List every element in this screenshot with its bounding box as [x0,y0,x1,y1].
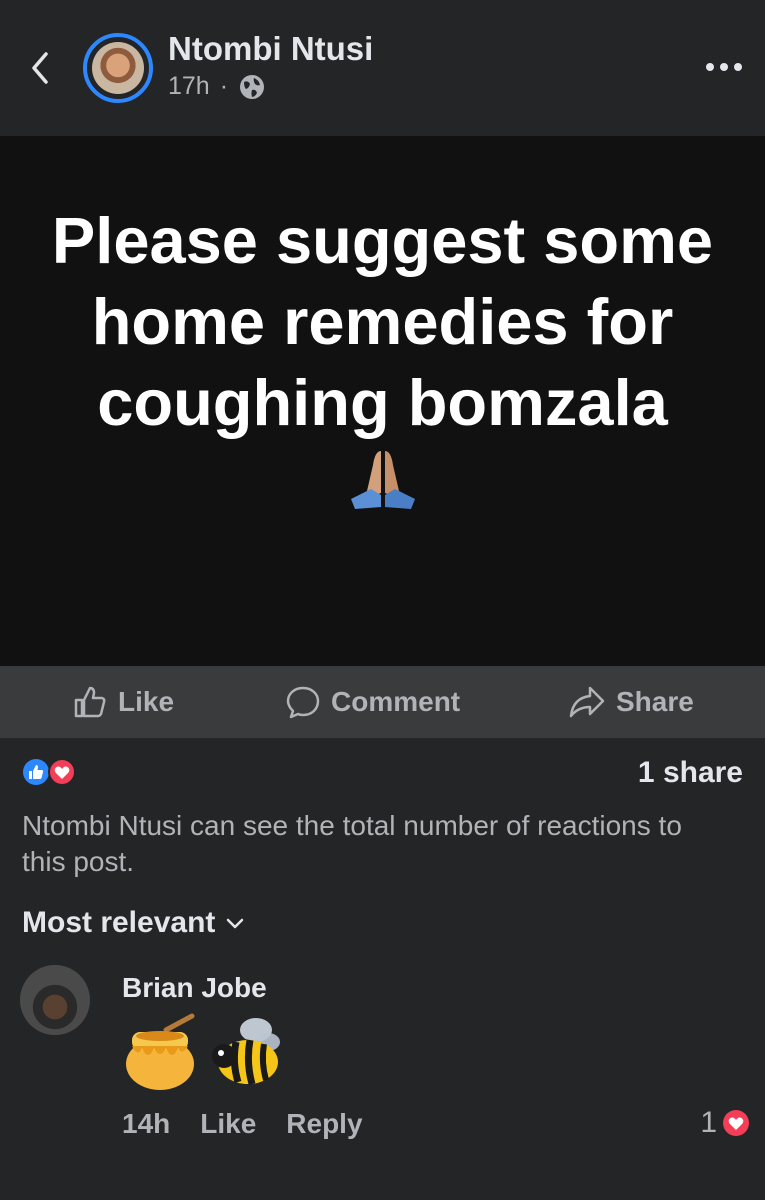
like-label: Like [118,686,175,717]
commenter-name[interactable]: Brian Jobe [122,972,267,1004]
more-options-button[interactable] [700,52,748,82]
like-reaction-icon [23,759,49,785]
thumbs-up-icon [74,686,106,718]
chevron-down-icon [227,918,244,929]
comment-sort-dropdown[interactable]: Most relevant [22,906,245,940]
post-header: Ntombi Ntusi 17h · [0,0,765,136]
author-name[interactable]: Ntombi Ntusi [168,30,373,68]
comment-reaction-count[interactable]: 1 [700,1106,751,1140]
honey-pot-emoji [126,1013,195,1090]
commenter-avatar[interactable] [20,965,90,1035]
share-label: Share [616,686,694,717]
more-dots-icon [706,63,742,71]
back-button[interactable] [26,48,56,88]
folded-hands-emoji [350,451,415,509]
speech-bubble-icon [286,686,320,719]
post-time[interactable]: 17h [168,72,210,101]
comment-label: Comment [331,686,461,717]
comment-footer: 14h Like Reply [122,1108,363,1140]
author-avatar-image [92,42,144,94]
author-avatar[interactable] [83,33,153,103]
post-detail-screen: Ntombi Ntusi 17h · Please suggest some h… [0,0,765,1200]
reactions-privacy-note: Ntombi Ntusi can see the total number of… [22,810,682,877]
like-button[interactable]: Like [72,684,174,720]
comment-content [122,1012,284,1092]
love-reaction-icon [48,758,76,786]
comment-reaction-number: 1 [700,1106,717,1139]
comment-like-button[interactable]: Like [200,1108,256,1140]
post-action-bar: Like Comment Share [0,666,765,738]
comment-time: 14h [122,1108,171,1139]
share-arrow-icon [569,686,605,718]
sort-label: Most relevant [22,906,216,939]
globe-icon [240,74,265,99]
post-text: Please suggest some home remedies for co… [51,204,714,439]
share-button[interactable]: Share [568,684,694,720]
post-meta: 17h · [168,72,266,101]
reaction-icons[interactable] [22,758,78,786]
chevron-left-icon [32,52,48,84]
reactions-summary: 1 share [0,738,765,808]
meta-separator: · [219,72,229,100]
share-count[interactable]: 1 share [638,756,743,790]
love-reaction-icon [723,1110,749,1136]
comment-button[interactable]: Comment [285,684,460,720]
post-content: Please suggest some home remedies for co… [0,136,765,666]
comment-reply-button[interactable]: Reply [286,1108,362,1140]
bee-emoji [212,1018,280,1085]
